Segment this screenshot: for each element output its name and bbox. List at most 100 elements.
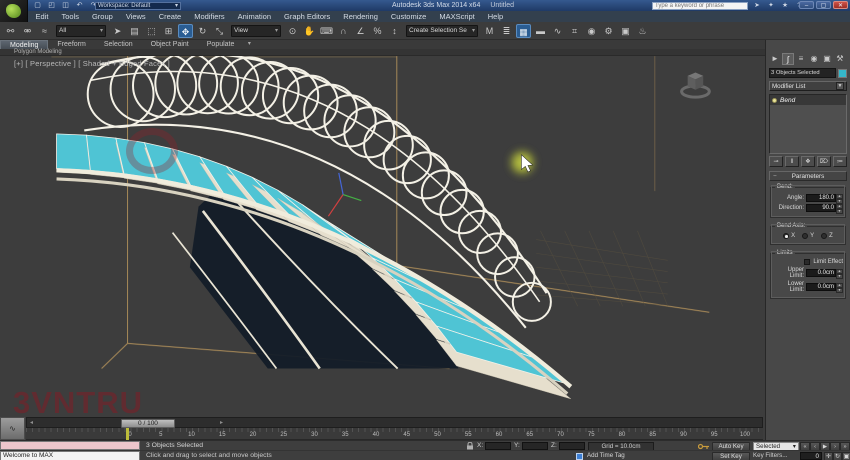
bind-to-space-warp-icon[interactable]: ≈ <box>37 24 52 38</box>
unlink-selection-icon[interactable]: ⚮ <box>20 24 35 38</box>
menu-help[interactable]: Help <box>481 11 509 22</box>
undo-icon[interactable]: ↶ <box>74 1 85 10</box>
ribbon-tab-freeform[interactable]: Freeform <box>48 40 94 49</box>
bend-axis-option-x[interactable]: X <box>783 233 795 239</box>
macro-recorder-field[interactable] <box>0 441 140 450</box>
modifier-stack-entry[interactable]: Bend <box>770 95 846 105</box>
use-pivot-center-icon[interactable]: ⊙ <box>285 24 300 38</box>
object-color-swatch[interactable] <box>838 69 847 78</box>
ribbon-tab-object-paint[interactable]: Object Paint <box>142 40 198 49</box>
current-frame-marker[interactable] <box>126 428 129 440</box>
menu-group[interactable]: Group <box>85 11 119 22</box>
lock-selection-icon[interactable] <box>466 442 474 450</box>
hierarchy-tab[interactable]: ≡ <box>795 53 807 65</box>
slider-left-arrow-icon[interactable]: ◂ <box>30 419 33 428</box>
orbit-icon[interactable]: ↻ <box>833 452 842 460</box>
window-crossing-icon[interactable]: ⊞ <box>161 24 176 38</box>
x-coord-field[interactable] <box>485 442 511 450</box>
angle-spinner[interactable]: ▲▼ <box>836 194 843 202</box>
maxscript-mini-listener[interactable]: Welcome to MAX <box>0 451 140 460</box>
object-name-field[interactable]: 3 Objects Selected <box>769 68 836 78</box>
viewport-label[interactable]: [+] [ Perspective ] [ Shaded + Edged Fac… <box>14 59 170 68</box>
add-time-tag[interactable]: Add Time Tag <box>587 451 625 460</box>
radio-icon[interactable] <box>783 233 789 239</box>
select-and-move-icon[interactable]: ✥ <box>178 24 193 38</box>
pin-stack-button[interactable]: ⊸ <box>769 156 783 167</box>
modifier-list-dropdown[interactable]: Modifier List ▼ <box>769 81 847 91</box>
open-file-icon[interactable]: ◰ <box>46 1 57 10</box>
render-setup-icon[interactable]: ⚙ <box>601 24 616 38</box>
utilities-tab[interactable]: ⚒ <box>834 53 846 65</box>
curve-editor-icon[interactable]: ∿ <box>550 24 565 38</box>
workspace-dropdown[interactable]: Workspace: Default ▾ <box>95 2 181 10</box>
upper-limit-field[interactable]: 0.0cm <box>806 269 836 277</box>
align-icon[interactable]: ≣ <box>499 24 514 38</box>
save-file-icon[interactable]: ◫ <box>60 1 71 10</box>
ribbon-tab-selection[interactable]: Selection <box>95 40 142 49</box>
ribbon-panel-bar[interactable]: Polygon Modeling <box>0 49 765 56</box>
configure-modifier-sets-button[interactable]: ≔ <box>833 156 847 167</box>
schematic-view-icon[interactable]: ⌗ <box>567 24 582 38</box>
layer-manager-icon[interactable]: ▦ <box>516 24 531 38</box>
graphite-ribbon-icon[interactable]: ▬ <box>533 24 548 38</box>
modifier-enabled-icon[interactable] <box>772 98 777 103</box>
minimize-button[interactable]: – <box>799 1 814 9</box>
set-key-button[interactable]: Set Key <box>712 452 750 460</box>
selection-filter-dropdown[interactable]: All▾ <box>56 25 106 37</box>
named-selection-dropdown[interactable]: Create Selection Se▾ <box>406 25 478 37</box>
search-input[interactable] <box>653 3 747 9</box>
show-end-result-button[interactable]: ‖ <box>785 156 799 167</box>
modify-tab[interactable]: ∫ <box>782 53 794 65</box>
mini-curve-editor-button[interactable]: ∿ <box>0 417 25 440</box>
lower-limit-field[interactable]: 0.0cm <box>806 283 836 291</box>
menu-graph-editors[interactable]: Graph Editors <box>278 11 337 22</box>
search-go-icon[interactable]: ➤ <box>752 1 762 10</box>
render-production-icon[interactable]: ♨ <box>635 24 650 38</box>
new-scene-icon[interactable]: ▢ <box>32 1 43 10</box>
menu-modifiers[interactable]: Modifiers <box>188 11 231 22</box>
z-coord-field[interactable] <box>559 442 585 450</box>
upper-limit-spinner[interactable]: ▲▼ <box>836 269 843 277</box>
percent-snap-icon[interactable]: % <box>370 24 385 38</box>
bend-axis-option-z[interactable]: Z <box>821 233 833 239</box>
reference-coordinate-dropdown[interactable]: View▾ <box>231 25 281 37</box>
favorites-icon[interactable]: ★ <box>780 1 790 10</box>
radio-icon[interactable] <box>821 233 827 239</box>
select-and-link-icon[interactable]: ⚯ <box>3 24 18 38</box>
mirror-icon[interactable]: M <box>482 24 497 38</box>
snaps-toggle-icon[interactable]: ∩ <box>336 24 351 38</box>
key-filters-button[interactable]: Key Filters... <box>753 451 787 460</box>
select-and-manipulate-icon[interactable]: ✋ <box>302 24 317 38</box>
slider-right-arrow-icon[interactable]: ▸ <box>220 419 223 428</box>
create-tab[interactable]: ► <box>769 53 781 65</box>
angle-field[interactable]: 180.0 <box>806 194 836 202</box>
parameters-rollout-header[interactable]: − Parameters <box>769 171 847 181</box>
track-bar-ruler[interactable]: 0510152025303540455055606570758085909510… <box>26 428 763 440</box>
time-slider-track[interactable]: ◂ 0 / 100 ▸ <box>26 417 763 428</box>
close-button[interactable]: ✕ <box>833 1 848 9</box>
remove-modifier-button[interactable]: ⌦ <box>817 156 831 167</box>
perspective-viewport[interactable]: 3VNTRU [+] [ Perspective ] [ Shaded + Ed… <box>0 56 765 417</box>
modifier-stack[interactable]: Bend <box>769 94 847 154</box>
time-slider-handle[interactable]: 0 / 100 <box>121 419 175 428</box>
keyboard-override-icon[interactable]: ⌨ <box>319 24 334 38</box>
select-object-icon[interactable]: ➤ <box>110 24 125 38</box>
lower-limit-spinner[interactable]: ▲▼ <box>836 283 843 291</box>
spinner-snap-icon[interactable]: ↕ <box>387 24 402 38</box>
bend-axis-option-y[interactable]: Y <box>802 233 814 239</box>
community-icon[interactable]: ✦ <box>766 1 776 10</box>
menu-maxscript[interactable]: MAXScript <box>433 11 481 22</box>
pan-icon[interactable]: ✛ <box>824 452 833 460</box>
ribbon-tab-modeling[interactable]: Modeling <box>0 40 48 49</box>
menu-edit[interactable]: Edit <box>29 11 55 22</box>
limit-effect-checkbox[interactable] <box>804 259 810 265</box>
select-and-scale-icon[interactable]: ⤡ <box>212 24 227 38</box>
direction-field[interactable]: 90.0 <box>806 204 836 212</box>
rectangular-selection-icon[interactable]: ⬚ <box>144 24 159 38</box>
maximize-button[interactable]: ▢ <box>816 1 831 9</box>
select-and-rotate-icon[interactable]: ↻ <box>195 24 210 38</box>
direction-spinner[interactable]: ▲▼ <box>836 204 843 212</box>
menu-views[interactable]: Views <box>119 11 152 22</box>
menu-tools[interactable]: Tools <box>55 11 86 22</box>
maximize-viewport-icon[interactable]: ▣ <box>842 452 850 460</box>
